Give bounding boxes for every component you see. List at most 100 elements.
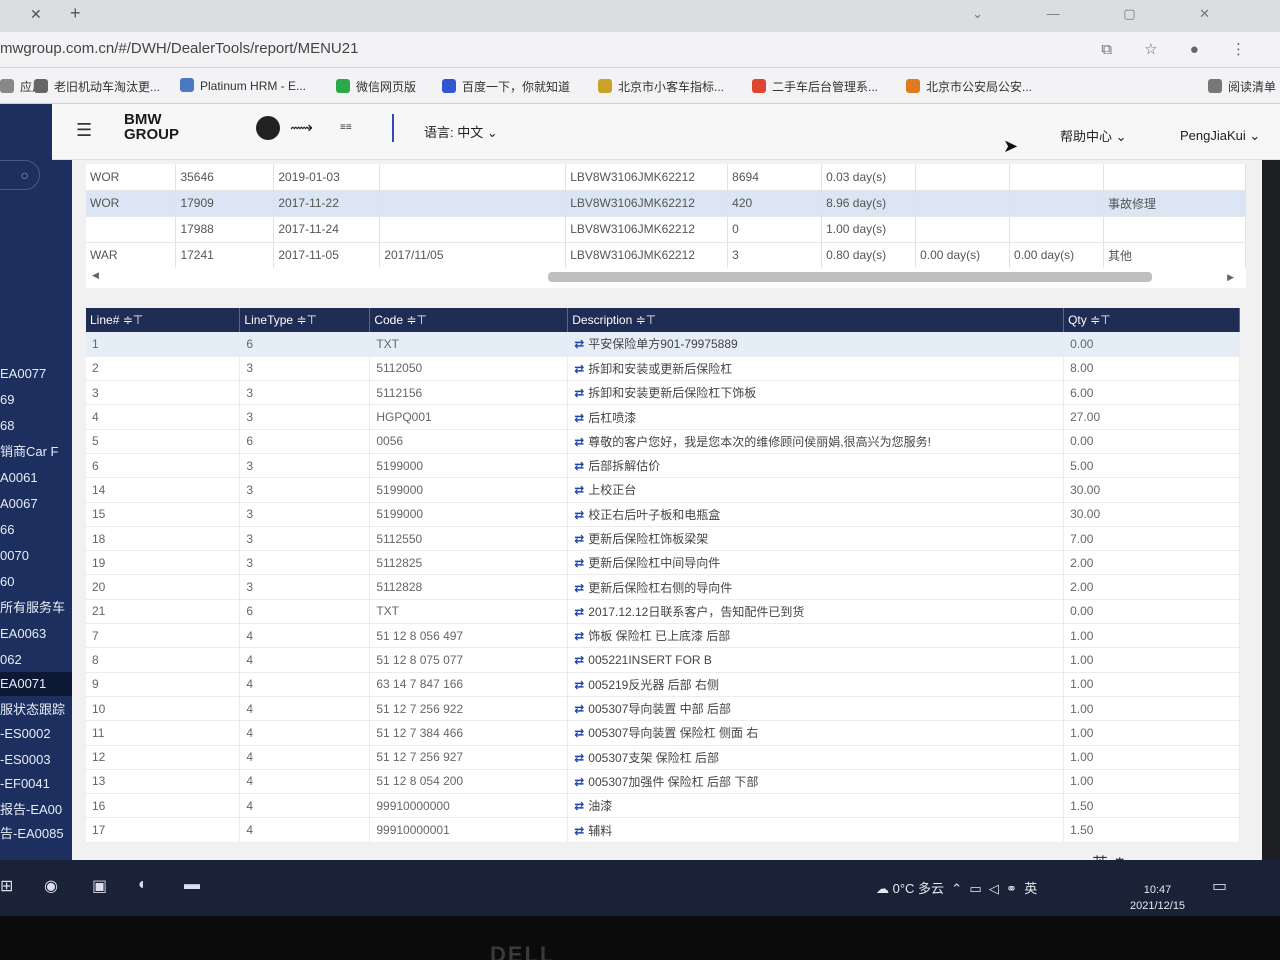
new-tab-icon[interactable]: + [70,3,81,24]
table-row[interactable]: 18 3 5112550 ⇄ 更新后保险杠饰板梁架 7.00 [86,526,1240,552]
table-row[interactable]: 11 4 51 12 7 384 466 ⇄ 005307导向装置 保险杠 侧面 右 1.… [86,720,1240,746]
swap-arrows-icon[interactable]: ⇄ [574,678,584,692]
swap-arrows-icon[interactable]: ⇄ [574,799,584,813]
swap-arrows-icon[interactable]: ⇄ [574,824,584,838]
swap-arrows-icon[interactable]: ⇄ [574,629,584,643]
swap-arrows-icon[interactable]: ⇄ [574,556,584,570]
column-header[interactable]: LineType ≑⊤ [239,308,371,332]
table-row[interactable]: 17 4 99910000001 ⇄ 辅料 1.50 [86,817,1240,843]
sidebar-item[interactable]: -EF0041 [0,772,72,796]
column-header[interactable]: Code ≑⊤ [369,308,569,332]
table-row[interactable]: 10 4 51 12 7 256 922 ⇄ 005307导向装置 中部 后部 1.00 [86,696,1240,722]
edge-taskbar-icon[interactable]: ◐ [138,876,148,894]
sidebar-item[interactable]: 销商Car F [0,440,72,464]
table-row[interactable]: 7 4 51 12 8 056 497 ⇄ 饰板 保险杠 已上底漆 后部 1.00 [86,623,1240,649]
swap-arrows-icon[interactable]: ⇄ [574,435,584,449]
swap-arrows-icon[interactable]: ⇄ [574,775,584,789]
sidebar-item[interactable]: 66 [0,518,72,542]
taskbar-clock[interactable]: 10:47 2021/12/15 [1130,882,1185,914]
swap-arrows-icon[interactable]: ⇄ [574,411,584,425]
sidebar-item[interactable]: 062 [0,648,72,672]
table-row[interactable]: 5 6 0056 ⇄ 尊敬的客户您好，我是您本次的维修顾问侯丽娟,很高兴为您服务! 0.0… [86,429,1240,454]
table-row[interactable]: 14 3 5199000 ⇄ 上校正台 30.00 [86,477,1240,503]
address-bar[interactable]: mwgroup.com.cn/#/DWH/DealerTools/report/… [0,32,1280,68]
bookmark-item[interactable]: 老旧机动车淘汰更... [34,78,160,95]
swap-arrows-icon[interactable]: ⇄ [574,653,584,667]
scroll-right-icon[interactable]: ▶ [1227,272,1234,283]
work-order-row[interactable]: 17988 2017-11-24 LBV8W3106JMK62212 0 1.00 da… [86,216,1246,243]
bookmark-item[interactable]: 阅读清单 [1208,78,1276,95]
swap-arrows-icon[interactable]: ⇄ [574,483,584,497]
window-controls[interactable]: ⌄ — ▢ ✕ [972,6,1240,22]
sidebar-item[interactable]: A0067 [0,492,72,516]
sidebar-item[interactable]: 60 [0,570,72,594]
sidebar-item[interactable]: EA0071 [0,672,72,696]
sidebar-item[interactable]: 0070 [0,544,72,568]
bookmark-item[interactable]: 北京市公安局公安... [906,78,1032,95]
table-row[interactable]: 16 4 99910000000 ⇄ 油漆 1.50 [86,793,1240,819]
notification-icon[interactable]: ▭ [1212,876,1227,896]
table-row[interactable]: 8 4 51 12 8 075 077 ⇄ 005221INSERT FOR B 1.00 [86,647,1240,673]
table-row[interactable]: 3 3 5112156 ⇄ 拆卸和安装更新后保险杠下饰板 6.00 [86,380,1240,406]
user-menu[interactable]: PengJiaKui ⌄ [1180,128,1260,144]
column-header[interactable]: Qty ≑⊤ [1063,308,1240,332]
table-row[interactable]: 9 4 63 14 7 847 166 ⇄ 005219反光器 后部 右侧 1.00 [86,672,1240,697]
column-header[interactable]: Description ≑⊤ [567,308,1065,332]
scroll-left-icon[interactable]: ◀ [92,270,99,281]
table-row[interactable]: 15 3 5199000 ⇄ 校正右后叶子板和电瓶盒 30.00 [86,502,1240,527]
table-row[interactable]: 21 6 TXT ⇄ 2017.12.12日联系客户，告知配件已到货 0.00 [86,599,1240,625]
sidebar-item[interactable]: 告-EA0085 [0,822,72,846]
bookmark-item[interactable]: Platinum HRM - E... [180,78,306,93]
system-tray[interactable]: ☁ 0°C 多云 ⌃ ▭ ◁ ⚭ 英 [876,878,1037,897]
swap-arrows-icon[interactable]: ⇄ [574,751,584,765]
sidebar-search-icon[interactable]: ○ [0,160,40,190]
bookmark-item[interactable]: 二手车后台管理系... [752,78,878,95]
close-tab-icon[interactable]: ✕ [30,6,42,23]
scrollbar-thumb[interactable] [548,272,1152,282]
sidebar-item[interactable]: 69 [0,388,72,412]
sidebar-item[interactable]: 所有服务车 [0,596,72,620]
outlook-taskbar-icon[interactable]: ▣ [92,876,107,896]
swap-arrows-icon[interactable]: ⇄ [574,459,584,473]
address-bar-icons[interactable]: ⧉ ☆ ● ⋮ [1101,40,1260,58]
swap-arrows-icon[interactable]: ⇄ [574,508,584,522]
taskbar-search-icon[interactable]: ⊞ [0,876,13,896]
table-row[interactable]: 4 3 HGPQ001 ⇄ 后杠喷漆 27.00 [86,404,1240,430]
sidebar-item[interactable]: A0061 [0,466,72,490]
table-row[interactable]: 20 3 5112828 ⇄ 更新后保险杠右侧的导向件 2.00 [86,574,1240,600]
swap-arrows-icon[interactable]: ⇄ [574,386,584,400]
sidebar-item[interactable]: 报告-EA00 [0,798,72,822]
chrome-taskbar-icon[interactable]: ◉ [44,876,58,896]
swap-arrows-icon[interactable]: ⇄ [574,532,584,546]
sidebar-item[interactable]: EA0077 [0,362,72,386]
table-row[interactable]: 1 6 TXT ⇄ 平安保险单方901-79975889 0.00 [86,332,1240,357]
bookmark-item[interactable]: 百度一下，你就知道 [442,78,570,95]
horizontal-scrollbar[interactable]: ◀ ▶ [86,268,1246,288]
table-row[interactable]: 6 3 5199000 ⇄ 后部拆解估价 5.00 [86,453,1240,479]
swap-arrows-icon[interactable]: ⇄ [574,726,584,740]
work-order-row[interactable]: WAR 17241 2017-11-05 2017/11/05 LBV8W3106JMK… [86,242,1246,269]
swap-arrows-icon[interactable]: ⇄ [574,605,584,619]
sidebar-item[interactable]: 服状态跟踪 [0,698,72,722]
url-text[interactable]: mwgroup.com.cn/#/DWH/DealerTools/report/… [0,40,358,57]
swap-arrows-icon[interactable]: ⇄ [574,702,584,716]
column-header[interactable]: Line# ≑⊤ [86,308,241,332]
sidebar-item[interactable]: -ES0003 [0,748,72,772]
file-explorer-taskbar-icon[interactable]: ▬ [184,876,200,894]
sidebar-item[interactable]: 68 [0,414,72,438]
swap-arrows-icon[interactable]: ⇄ [574,362,584,376]
work-order-row[interactable]: WOR 17909 2017-11-22 LBV8W3106JMK62212 420 8.… [86,190,1246,217]
swap-arrows-icon[interactable]: ⇄ [574,581,584,595]
bookmark-item[interactable]: 北京市小客车指标... [598,78,724,95]
sidebar-item[interactable]: -ES0002 [0,722,72,746]
swap-arrows-icon[interactable]: ⇄ [574,337,584,351]
bookmark-item[interactable]: 微信网页版 [336,78,416,95]
table-row[interactable]: 13 4 51 12 8 054 200 ⇄ 005307加强件 保险杠 后部 下部 1.… [86,769,1240,795]
sidebar-item[interactable]: EA0063 [0,622,72,646]
work-order-row[interactable]: WOR 35646 2019-01-03 LBV8W3106JMK62212 8694 0… [86,164,1246,191]
table-row[interactable]: 2 3 5112050 ⇄ 拆卸和安装或更新后保险杠 8.00 [86,356,1240,382]
menu-icon[interactable]: ☰ [76,120,92,141]
help-center-menu[interactable]: 帮助中心 ⌄ [1060,126,1127,145]
table-row[interactable]: 12 4 51 12 7 256 927 ⇄ 005307支架 保险杠 后部 1.00 [86,745,1240,770]
language-selector[interactable]: 语言: 中文 ⌄ [424,122,498,141]
